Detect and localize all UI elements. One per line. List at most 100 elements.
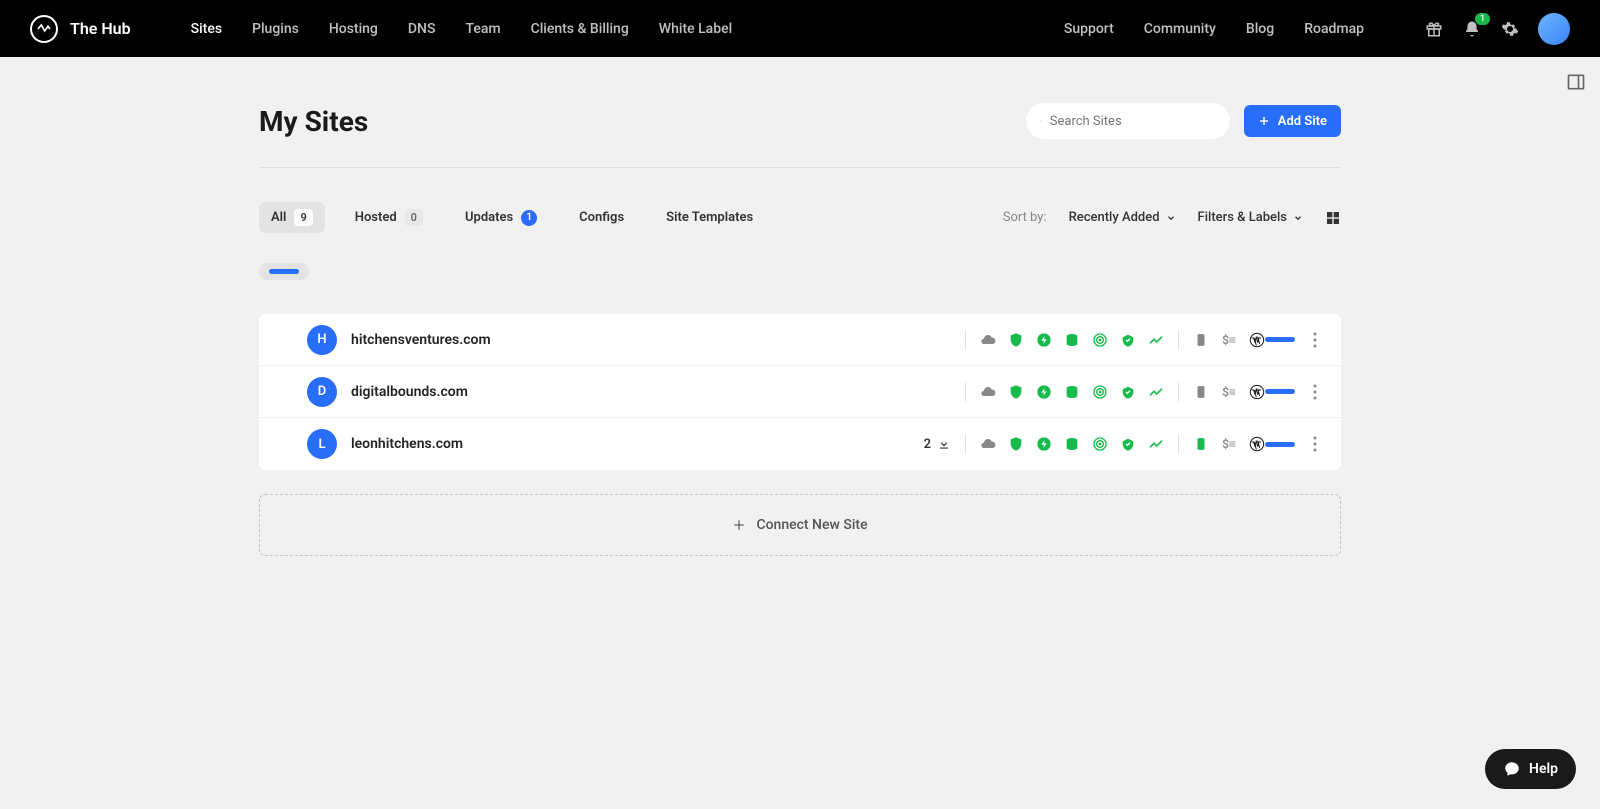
- tab-all-count: 9: [294, 209, 312, 226]
- status-bar[interactable]: [1265, 337, 1295, 342]
- nav-main: Sites Plugins Hosting DNS Team Clients &…: [191, 21, 1064, 37]
- nav-plugins[interactable]: Plugins: [252, 21, 299, 37]
- gift-icon[interactable]: [1424, 19, 1444, 39]
- seo-icon[interactable]: [1064, 332, 1080, 348]
- site-row[interactable]: L leonhitchens.com 2 $≡: [259, 418, 1341, 470]
- extra-icons: $≡: [1193, 384, 1265, 400]
- backup-icon[interactable]: [1120, 436, 1136, 452]
- site-list: H hitchensventures.com $≡ D digitalbound…: [259, 314, 1341, 470]
- nav-community[interactable]: Community: [1144, 21, 1216, 37]
- analytics-icon[interactable]: [1148, 332, 1164, 348]
- cloud-icon[interactable]: [980, 436, 996, 452]
- site-name[interactable]: hitchensventures.com: [351, 332, 631, 348]
- billing-icon[interactable]: $≡: [1221, 384, 1237, 400]
- brand[interactable]: The Hub: [30, 15, 131, 43]
- site-row[interactable]: D digitalbounds.com $≡: [259, 366, 1341, 418]
- tab-updates[interactable]: Updates 1: [453, 203, 549, 233]
- site-avatar: D: [307, 377, 337, 407]
- divider: [1178, 330, 1179, 350]
- security-icon[interactable]: [1008, 332, 1024, 348]
- divider: [259, 167, 1341, 168]
- status-bar[interactable]: [1265, 442, 1295, 447]
- nav-whitelabel[interactable]: White Label: [659, 21, 732, 37]
- nav-clients[interactable]: Clients & Billing: [531, 21, 629, 37]
- nav-dns[interactable]: DNS: [408, 21, 436, 37]
- brand-name: The Hub: [70, 19, 131, 38]
- wordpress-icon[interactable]: [1249, 332, 1265, 348]
- analytics-icon[interactable]: [1148, 384, 1164, 400]
- more-menu-button[interactable]: [1309, 328, 1321, 352]
- tab-hosted-count: 0: [405, 209, 423, 226]
- filters-dropdown[interactable]: Filters & Labels: [1198, 210, 1303, 225]
- row-end: [1265, 380, 1321, 404]
- bell-icon[interactable]: 1: [1462, 19, 1482, 39]
- wordpress-icon[interactable]: [1249, 384, 1265, 400]
- seo-icon[interactable]: [1064, 436, 1080, 452]
- site-row[interactable]: H hitchensventures.com $≡: [259, 314, 1341, 366]
- site-name[interactable]: digitalbounds.com: [351, 384, 631, 400]
- nav-roadmap[interactable]: Roadmap: [1304, 21, 1364, 37]
- security-icon[interactable]: [1008, 436, 1024, 452]
- analytics-icon[interactable]: [1148, 436, 1164, 452]
- search-input[interactable]: [1050, 114, 1216, 129]
- search-icon: [1040, 114, 1042, 128]
- grid-view-toggle[interactable]: [1325, 210, 1341, 226]
- connect-new-label: Connect New Site: [756, 517, 867, 533]
- help-button[interactable]: Help: [1485, 749, 1576, 789]
- seo-icon[interactable]: [1064, 384, 1080, 400]
- connect-new-site-button[interactable]: Connect New Site: [259, 494, 1341, 556]
- tab-updates-label: Updates: [465, 210, 513, 225]
- cloud-icon[interactable]: [980, 384, 996, 400]
- wordpress-icon[interactable]: [1249, 436, 1265, 452]
- user-avatar[interactable]: [1538, 13, 1570, 45]
- security-icon[interactable]: [1008, 384, 1024, 400]
- tab-hosted[interactable]: Hosted 0: [343, 202, 435, 233]
- performance-icon[interactable]: [1036, 332, 1052, 348]
- tab-all[interactable]: All 9: [259, 202, 325, 233]
- billing-icon[interactable]: $≡: [1221, 332, 1237, 348]
- panel-toggle-icon[interactable]: [1566, 72, 1586, 92]
- more-menu-button[interactable]: [1309, 432, 1321, 456]
- add-site-label: Add Site: [1278, 114, 1327, 129]
- label-color-bar: [269, 269, 299, 274]
- site-avatar: L: [307, 429, 337, 459]
- title-row: My Sites Add Site: [259, 103, 1341, 139]
- service-icons: [980, 384, 1164, 400]
- more-menu-button[interactable]: [1309, 380, 1321, 404]
- main-container: My Sites Add Site All 9 Hosted 0 Upd: [259, 57, 1341, 556]
- nav-blog[interactable]: Blog: [1246, 21, 1274, 37]
- uptime-icon[interactable]: [1092, 436, 1108, 452]
- service-icons: [980, 436, 1164, 452]
- status-bar[interactable]: [1265, 389, 1295, 394]
- help-label: Help: [1529, 761, 1558, 777]
- billing-icon[interactable]: $≡: [1221, 436, 1237, 452]
- cloud-icon[interactable]: [980, 332, 996, 348]
- add-site-button[interactable]: Add Site: [1244, 105, 1341, 137]
- tab-configs[interactable]: Configs: [567, 203, 636, 232]
- nav-support[interactable]: Support: [1064, 21, 1114, 37]
- nav-team[interactable]: Team: [465, 21, 500, 37]
- uptime-icon[interactable]: [1092, 384, 1108, 400]
- device-icon[interactable]: [1193, 436, 1209, 452]
- label-chip[interactable]: [259, 263, 309, 280]
- uptime-icon[interactable]: [1092, 332, 1108, 348]
- sort-dropdown[interactable]: Recently Added: [1069, 210, 1176, 225]
- filter-tabs: All 9 Hosted 0 Updates 1 Configs Site Te…: [259, 202, 765, 233]
- site-name[interactable]: leonhitchens.com: [351, 436, 631, 452]
- performance-icon[interactable]: [1036, 436, 1052, 452]
- divider: [1178, 382, 1179, 402]
- backup-icon[interactable]: [1120, 384, 1136, 400]
- update-count[interactable]: 2: [903, 437, 951, 452]
- brand-logo-icon: [30, 15, 58, 43]
- search-box[interactable]: [1026, 103, 1230, 139]
- tab-templates[interactable]: Site Templates: [654, 203, 765, 232]
- backup-icon[interactable]: [1120, 332, 1136, 348]
- sort-value: Recently Added: [1069, 210, 1160, 225]
- nav-hosting[interactable]: Hosting: [329, 21, 378, 37]
- gear-icon[interactable]: [1500, 19, 1520, 39]
- nav-sites[interactable]: Sites: [191, 21, 222, 37]
- device-icon[interactable]: [1193, 332, 1209, 348]
- performance-icon[interactable]: [1036, 384, 1052, 400]
- plus-icon: [732, 518, 746, 532]
- device-icon[interactable]: [1193, 384, 1209, 400]
